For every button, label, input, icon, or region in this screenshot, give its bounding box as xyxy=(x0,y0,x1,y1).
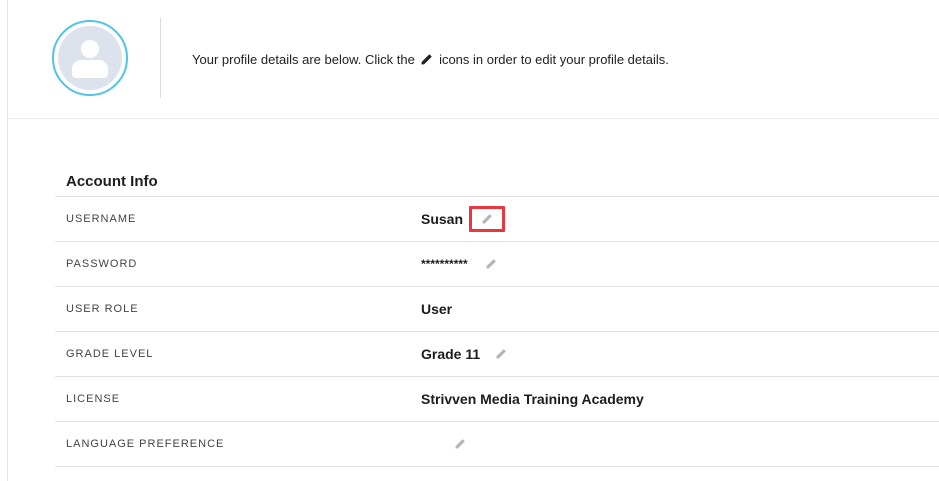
pencil-icon xyxy=(478,210,496,228)
row-label: GRADE LEVEL xyxy=(66,348,154,360)
pencil-icon xyxy=(455,439,465,449)
table-row-password: PASSWORD ********** xyxy=(55,241,939,286)
avatar-head-shape xyxy=(81,40,99,58)
row-label: LICENSE xyxy=(66,393,121,405)
grade-level-value: Grade 11 xyxy=(421,346,481,362)
table-row-grade-level: GRADE LEVEL Grade 11 xyxy=(55,331,939,376)
section-title-account-info: Account Info xyxy=(66,173,158,190)
edit-language-preference-button[interactable] xyxy=(451,435,469,453)
row-label: LANGUAGE PREFERENCE xyxy=(66,438,225,450)
header-rule xyxy=(8,118,939,119)
username-value: Susan xyxy=(421,211,464,227)
row-value: User xyxy=(421,301,452,317)
profile-intro-text: Your profile details are below. Click th… xyxy=(192,52,669,69)
row-value: Grade 11 xyxy=(421,345,510,363)
pencil-icon xyxy=(486,259,496,269)
license-value: Strivven Media Training Academy xyxy=(421,391,644,407)
row-value: Strivven Media Training Academy xyxy=(421,391,644,407)
avatar-body-shape xyxy=(72,60,108,78)
password-value: ********** xyxy=(421,257,468,271)
avatar xyxy=(52,20,128,96)
account-info-table: USERNAME Susan PASSWORD ********** USER … xyxy=(55,196,939,467)
intro-text-after: icons in order to edit your profile deta… xyxy=(439,52,669,67)
table-row-user-role: USER ROLE User xyxy=(55,286,939,331)
edit-username-button[interactable] xyxy=(469,206,506,232)
profile-header: Your profile details are below. Click th… xyxy=(8,0,939,118)
user-silhouette-icon xyxy=(58,26,122,90)
edit-grade-level-button[interactable] xyxy=(492,345,510,363)
row-value: ********** xyxy=(421,255,500,273)
header-divider xyxy=(160,18,161,98)
row-label: PASSWORD xyxy=(66,258,138,270)
table-row-username: USERNAME Susan xyxy=(55,196,939,241)
row-label: USER ROLE xyxy=(66,303,139,315)
user-role-value: User xyxy=(421,301,453,317)
row-label: USERNAME xyxy=(66,213,137,225)
row-value: Susan xyxy=(421,206,506,232)
intro-text-before: Your profile details are below. Click th… xyxy=(192,52,415,67)
table-row-license: LICENSE Strivven Media Training Academy xyxy=(55,376,939,421)
table-row-language-preference: LANGUAGE PREFERENCE xyxy=(55,421,939,467)
edit-password-button[interactable] xyxy=(482,255,500,273)
pencil-icon xyxy=(496,349,507,359)
pencil-icon xyxy=(420,53,433,69)
